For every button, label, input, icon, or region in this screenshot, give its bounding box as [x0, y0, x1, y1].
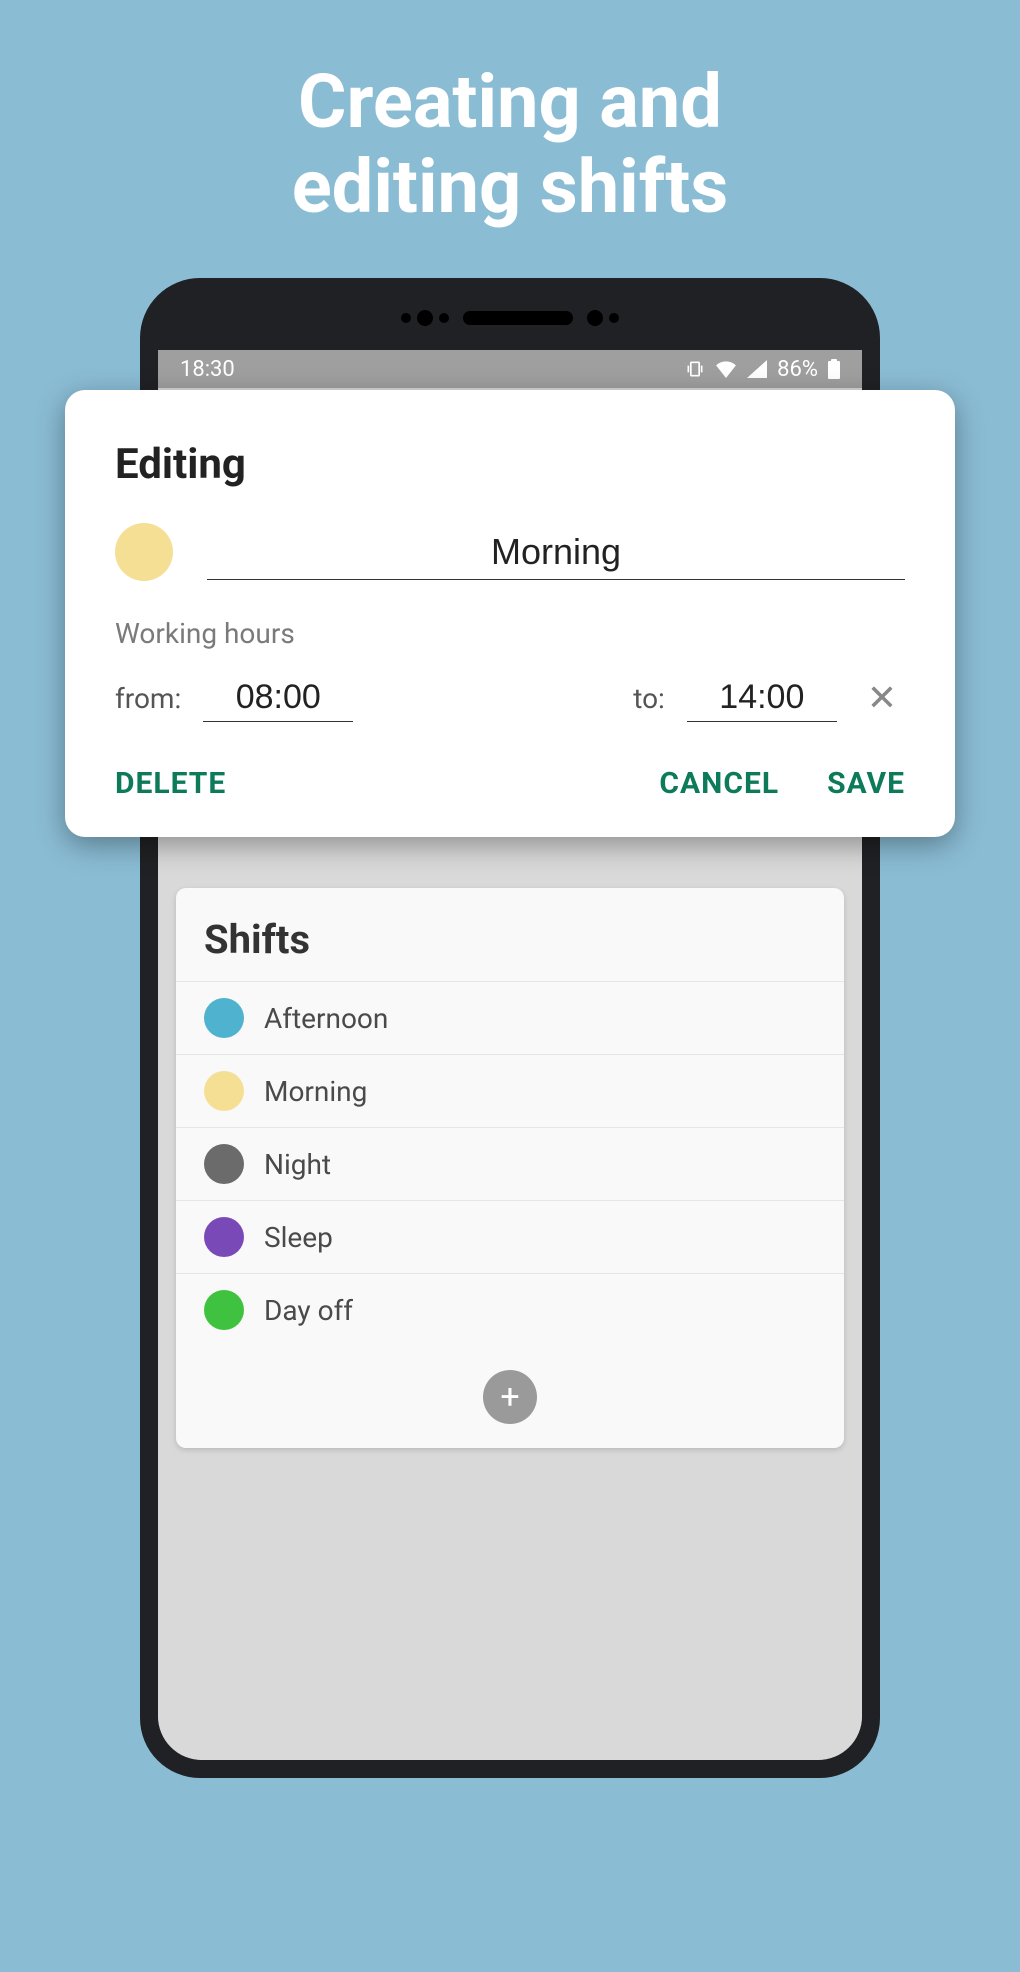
list-item[interactable]: Afternoon [176, 981, 844, 1054]
from-label: from: [115, 682, 181, 715]
shift-label: Sleep [264, 1221, 333, 1254]
plus-icon: + [500, 1377, 519, 1417]
status-time: 18:30 [180, 357, 235, 382]
shift-color-dot [204, 1290, 244, 1330]
battery-icon [828, 359, 840, 379]
list-item[interactable]: Day off [176, 1273, 844, 1346]
list-item[interactable]: Sleep [176, 1200, 844, 1273]
status-bar: 18:30 86% [158, 350, 862, 388]
hero-line-2: editing shifts [0, 145, 1020, 230]
shift-color-dot [204, 1217, 244, 1257]
cancel-button[interactable]: CANCEL [659, 766, 779, 801]
hero-line-1: Creating and [0, 60, 1020, 145]
save-button[interactable]: SAVE [827, 766, 905, 801]
wifi-icon [715, 360, 737, 378]
shift-name-input[interactable] [207, 525, 905, 580]
shift-label: Day off [264, 1294, 353, 1327]
list-item[interactable]: Night [176, 1127, 844, 1200]
shift-label: Morning [264, 1075, 367, 1108]
close-icon: ✕ [867, 677, 897, 719]
shift-label: Afternoon [264, 1002, 388, 1035]
status-battery-pct: 86% [777, 357, 818, 382]
add-shift-button[interactable]: + [483, 1370, 537, 1424]
working-hours-label: Working hours [115, 617, 905, 650]
edit-shift-dialog: Editing Working hours from: to: ✕ DELETE… [65, 390, 955, 837]
shift-color-dot [204, 1144, 244, 1184]
shift-label: Night [264, 1148, 331, 1181]
shift-color-dot [204, 1071, 244, 1111]
to-label: to: [633, 682, 665, 715]
vibrate-icon [685, 359, 705, 379]
phone-sensors [158, 310, 862, 326]
shift-color-picker[interactable] [115, 523, 173, 581]
shifts-title: Shifts [176, 916, 844, 981]
hero-title: Creating and editing shifts [0, 0, 1020, 230]
shifts-card: Shifts Afternoon Morning Night [176, 888, 844, 1448]
dialog-title: Editing [115, 440, 905, 489]
from-time-input[interactable] [203, 674, 353, 722]
to-time-input[interactable] [687, 674, 837, 722]
clear-hours-button[interactable]: ✕ [859, 677, 905, 719]
signal-icon [747, 360, 767, 378]
shift-color-dot [204, 998, 244, 1038]
delete-button[interactable]: DELETE [115, 766, 226, 801]
list-item[interactable]: Morning [176, 1054, 844, 1127]
